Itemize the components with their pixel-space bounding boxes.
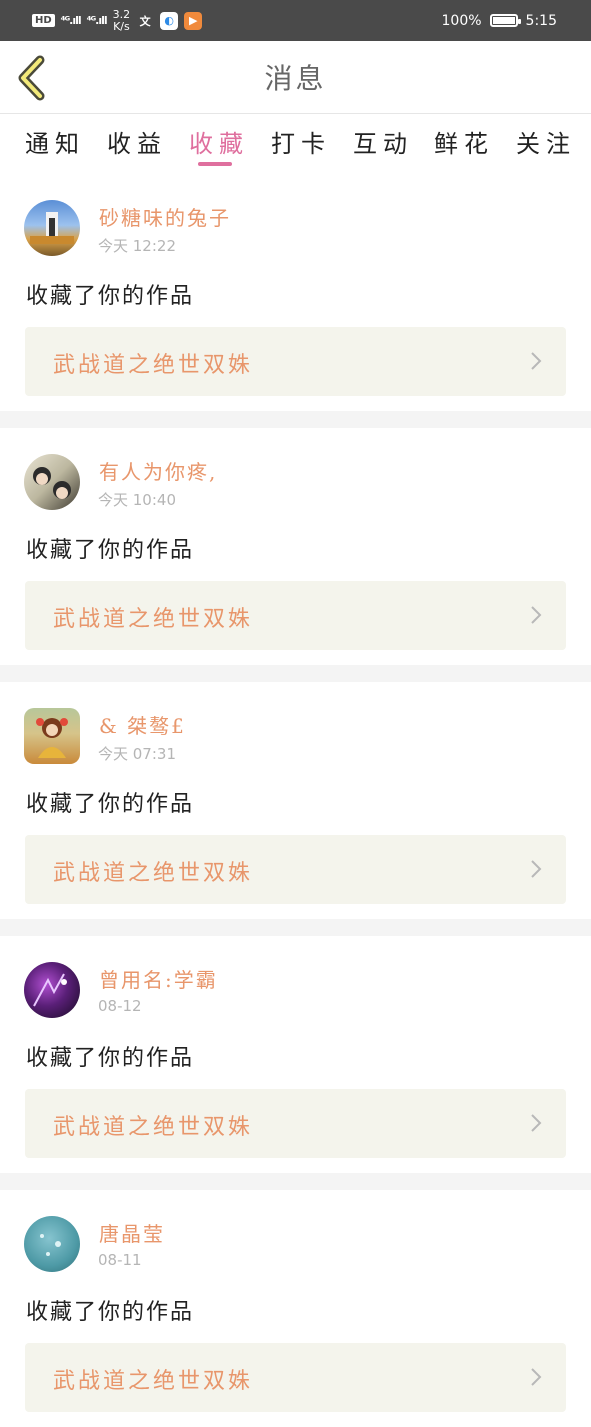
username[interactable]: 唐晶莹 [99, 1218, 165, 1247]
divider [0, 665, 591, 682]
tab-follow[interactable]: 关注 [516, 124, 576, 159]
network-speed: 3.2 K/s [113, 8, 131, 33]
page-title: 消息 [264, 62, 327, 95]
tab-notifications[interactable]: 通知 [25, 124, 85, 159]
work-title: 武战道之绝世双姝 [53, 1369, 254, 1394]
work-title: 武战道之绝世双姝 [53, 1115, 254, 1140]
work-title: 武战道之绝世双姝 [53, 861, 254, 886]
status-right: 100% 5:15 [442, 0, 557, 41]
tab-flowers[interactable]: 鲜花 [434, 124, 494, 159]
username[interactable]: 有人为你疼, [99, 456, 217, 485]
battery-percent: 100% [441, 12, 482, 29]
username[interactable]: 砂糖味的兔子 [99, 202, 231, 231]
status-bar: HD ⁴ᴳ.ıll ⁴ᴳ.ıll 3.2 K/s 文 ◐ ▶ 100% 5:15 [0, 0, 591, 41]
message-card: 唐晶莹 08-11 收藏了你的作品 武战道之绝世双姝 [0, 1190, 591, 1427]
avatar[interactable] [24, 200, 80, 256]
tab-bar: 通知 收益 收藏 打卡 互动 鲜花 关注 [0, 114, 591, 174]
message-card: & 桀骜£ 今天 07:31 收藏了你的作品 武战道之绝世双姝 [0, 682, 591, 919]
message-card: 砂糖味的兔子 今天 12:22 收藏了你的作品 武战道之绝世双姝 [0, 174, 591, 411]
video-app-icon: ▶ [184, 11, 203, 30]
work-link[interactable]: 武战道之绝世双姝 [25, 1343, 566, 1412]
work-link[interactable]: 武战道之绝世双姝 [25, 327, 566, 396]
message-time: 08-11 [98, 1251, 142, 1269]
chevron-right-icon [531, 1368, 542, 1386]
message-time: 今天 07:31 [98, 745, 176, 763]
tab-favorites[interactable]: 收藏 [189, 124, 249, 159]
active-tab-indicator [198, 162, 232, 166]
tab-checkin[interactable]: 打卡 [271, 124, 331, 159]
action-text: 收藏了你的作品 [26, 792, 195, 817]
username[interactable]: 曾用名:学霸 [99, 964, 218, 993]
message-time: 今天 12:22 [98, 237, 176, 255]
username[interactable]: & 桀骜£ [99, 710, 186, 739]
signal-icon: ⁴ᴳ.ıll [60, 14, 82, 27]
divider [0, 411, 591, 428]
battery-icon [489, 14, 521, 27]
speed-unit: K/s [113, 19, 130, 33]
message-card: 曾用名:学霸 08-12 收藏了你的作品 武战道之绝世双姝 [0, 936, 591, 1173]
work-link[interactable]: 武战道之绝世双姝 [25, 835, 566, 904]
message-list: 砂糖味的兔子 今天 12:22 收藏了你的作品 武战道之绝世双姝 有人为你疼, … [0, 174, 591, 1427]
avatar[interactable] [24, 962, 80, 1018]
chevron-right-icon [531, 1114, 542, 1132]
action-text: 收藏了你的作品 [26, 284, 195, 309]
translate-app-icon: 文 [139, 14, 151, 28]
status-left: HD ⁴ᴳ.ıll ⁴ᴳ.ıll 3.2 K/s 文 ◐ ▶ [32, 0, 203, 41]
divider [0, 919, 591, 936]
action-text: 收藏了你的作品 [26, 1046, 195, 1071]
signal-icon-2: ⁴ᴳ.ıll [86, 14, 108, 27]
message-time: 今天 10:40 [98, 491, 176, 509]
avatar[interactable] [24, 1216, 80, 1272]
work-link[interactable]: 武战道之绝世双姝 [25, 581, 566, 650]
tab-earnings[interactable]: 收益 [107, 124, 167, 159]
divider [0, 1173, 591, 1190]
chevron-right-icon [531, 352, 542, 370]
tab-interaction[interactable]: 互动 [353, 124, 413, 159]
chevron-right-icon [531, 860, 542, 878]
hd-badge: HD [32, 14, 55, 27]
action-text: 收藏了你的作品 [26, 1300, 195, 1325]
message-card: 有人为你疼, 今天 10:40 收藏了你的作品 武战道之绝世双姝 [0, 428, 591, 665]
action-text: 收藏了你的作品 [26, 538, 195, 563]
work-title: 武战道之绝世双姝 [53, 607, 254, 632]
chevron-right-icon [531, 606, 542, 624]
message-time: 08-12 [98, 997, 142, 1015]
avatar[interactable] [24, 454, 80, 510]
avatar[interactable] [24, 708, 80, 764]
title-bar: 消息 [0, 41, 591, 114]
work-title: 武战道之绝世双姝 [53, 353, 254, 378]
work-link[interactable]: 武战道之绝世双姝 [25, 1089, 566, 1158]
browser-app-icon: ◐ [160, 11, 179, 30]
battery-fill [492, 17, 515, 24]
clock: 5:15 [525, 12, 557, 29]
